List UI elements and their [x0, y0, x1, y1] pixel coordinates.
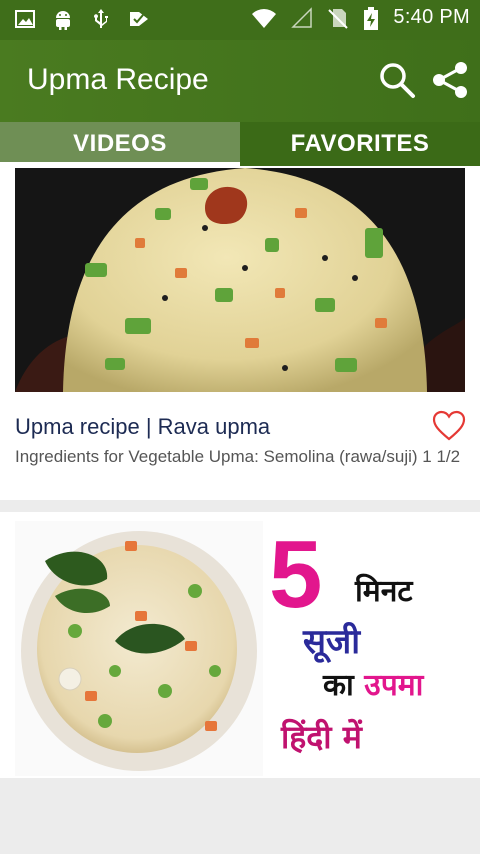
thumbnail-line-4: हिंदी में: [281, 718, 362, 756]
tab-favorites[interactable]: FAVORITES: [240, 122, 480, 166]
video-thumbnail[interactable]: [15, 168, 465, 392]
thumbnail-line-3: का उपमा: [323, 671, 423, 701]
wifi-icon: [251, 7, 277, 29]
video-thumbnail[interactable]: 5 मिनट सूजी का उपमा हिंदी में: [15, 521, 465, 776]
signal-icon: [291, 6, 313, 29]
share-icon[interactable]: [430, 60, 470, 100]
video-card[interactable]: Upma recipe | Rava upma Ingredients for …: [0, 166, 480, 500]
status-time: 5:40 PM: [393, 6, 470, 28]
heart-outline-icon[interactable]: [432, 410, 466, 442]
tab-videos[interactable]: VIDEOS: [0, 122, 240, 166]
thumbnail-line-3b: उपमा: [364, 668, 424, 703]
video-title[interactable]: Upma recipe | Rava upma: [15, 414, 270, 440]
app-title: Upma Recipe: [27, 63, 209, 96]
video-card[interactable]: 5 मिनट सूजी का उपमा हिंदी में: [0, 512, 480, 778]
no-sim-icon: [327, 7, 349, 29]
video-description: Ingredients for Vegetable Upma: Semolina…: [15, 447, 465, 466]
android-icon: [52, 8, 74, 30]
app-bar: Upma Recipe: [0, 40, 480, 122]
status-bar: 5:40 PM: [0, 0, 480, 40]
thumbnail-line-2: सूजी: [303, 622, 361, 662]
thumbnail-line-3a: का: [323, 668, 365, 703]
image-icon: [14, 8, 36, 30]
video-list[interactable]: Upma recipe | Rava upma Ingredients for …: [0, 166, 480, 778]
thumbnail-number: 5: [269, 521, 323, 628]
battery-charging-icon: [363, 6, 379, 30]
tab-videos-label: VIDEOS: [73, 130, 167, 157]
tab-favorites-label: FAVORITES: [290, 130, 430, 157]
tab-bar: VIDEOS FAVORITES: [0, 122, 480, 166]
download-check-icon: [128, 8, 150, 30]
thumbnail-line-1: मिनट: [355, 574, 413, 609]
empty-background: [0, 778, 480, 854]
usb-icon: [90, 8, 112, 30]
thumbnail-text-panel: 5 मिनट सूजी का उपमा हिंदी में: [263, 521, 465, 776]
search-icon[interactable]: [377, 60, 417, 100]
